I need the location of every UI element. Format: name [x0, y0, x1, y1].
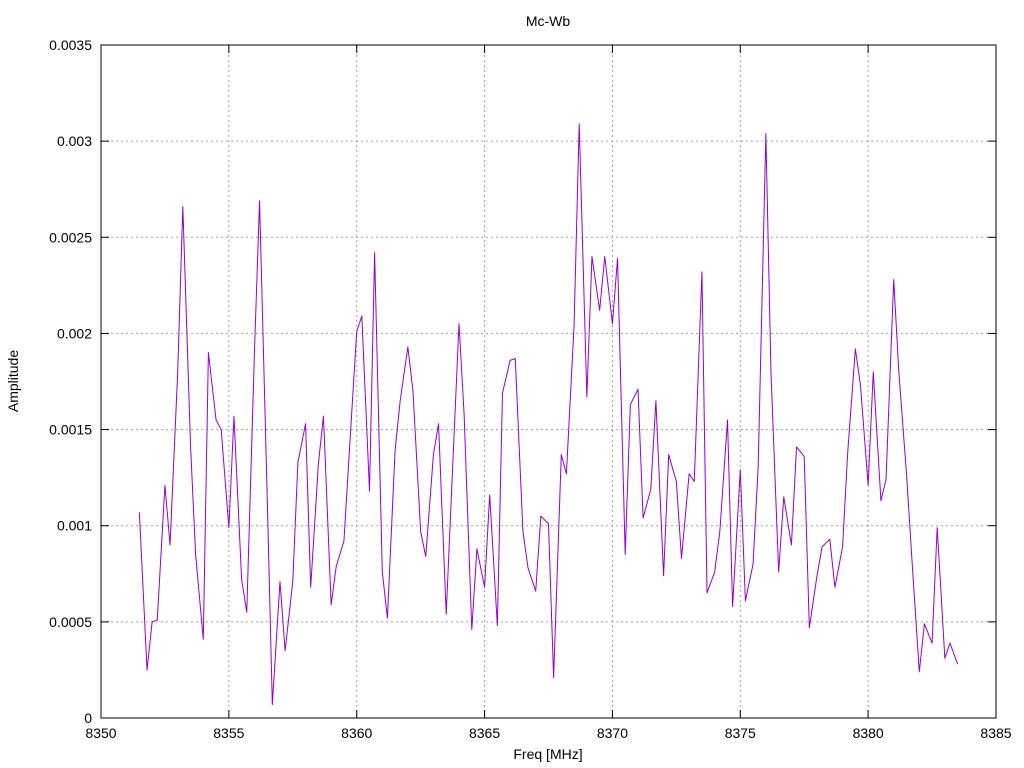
y-tick-label: 0.001	[57, 518, 92, 534]
chart-title: Mc-Wb	[526, 13, 571, 29]
x-tick-label: 8375	[725, 725, 756, 741]
x-axis-label: Freq [MHz]	[513, 746, 582, 762]
x-tick-label: 8370	[597, 725, 628, 741]
y-axis-label: Amplitude	[5, 350, 21, 412]
x-tick-label: 8385	[980, 725, 1011, 741]
y-tick-label: 0.0025	[49, 229, 92, 245]
x-tick-label: 8360	[341, 725, 372, 741]
y-tick-label: 0	[84, 710, 92, 726]
y-tick-label: 0.003	[57, 133, 92, 149]
y-tick-label: 0.0035	[49, 37, 92, 53]
chart-background	[0, 0, 1024, 768]
y-tick-label: 0.0015	[49, 422, 92, 438]
x-tick-label: 8350	[85, 725, 116, 741]
x-tick-label: 8365	[469, 725, 500, 741]
x-tick-label: 8355	[213, 725, 244, 741]
y-tick-label: 0.002	[57, 325, 92, 341]
x-tick-label: 8380	[853, 725, 884, 741]
line-chart: 8350 8355 8360 8365 8370 8375 8380 8385 0 0.0005…	[0, 0, 1024, 768]
y-tick-label: 0.0005	[49, 614, 92, 630]
